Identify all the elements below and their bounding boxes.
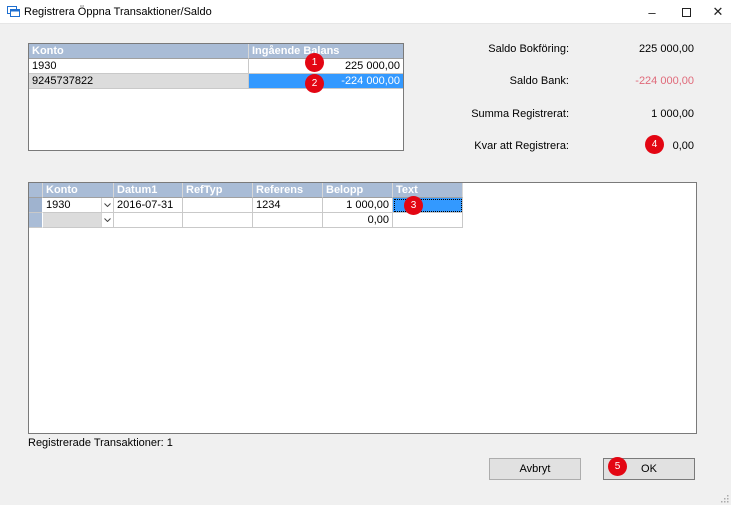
cancel-button[interactable]: Avbryt [489, 458, 581, 480]
konto-combobox[interactable]: 1930 [43, 198, 114, 213]
column-header-text[interactable]: Text [393, 183, 463, 198]
summa-registrerat-value: 1 000,00 [651, 108, 694, 120]
marker-badge: 5 [608, 457, 627, 476]
reftyp-cell[interactable] [183, 198, 253, 213]
reftyp-cell[interactable] [183, 213, 253, 228]
belopp-cell[interactable]: 1 000,00 [323, 198, 393, 213]
datum-cell[interactable] [114, 213, 183, 228]
balance-cell-konto[interactable]: 9245737822 [29, 74, 249, 89]
referens-cell[interactable]: 1234 [253, 198, 323, 213]
konto-combobox[interactable] [43, 213, 114, 228]
column-header-belopp[interactable]: Belopp [323, 183, 393, 198]
row-header[interactable] [29, 198, 43, 213]
saldo-bokforing-value: 225 000,00 [638, 43, 694, 55]
kvar-att-registrera-value: 0,00 [672, 140, 694, 152]
column-header-konto[interactable]: Konto [43, 183, 114, 198]
saldo-bokforing-label: Saldo Bokföring: [488, 43, 569, 55]
balance-cell-konto[interactable]: 1930 [29, 59, 249, 74]
column-header-konto[interactable]: Konto [29, 44, 249, 59]
window-app-icon [7, 6, 20, 17]
resize-grip-icon[interactable] [721, 495, 729, 503]
balance-cell-balans[interactable]: -224 000,00 [249, 74, 403, 89]
maximize-icon [681, 7, 691, 17]
chevron-down-icon[interactable] [101, 198, 113, 212]
title-bar: Registrera Öppna Transaktioner/Saldo – ✕ [0, 0, 731, 24]
column-header-referens[interactable]: Referens [253, 183, 323, 198]
marker-badge: 4 [645, 135, 664, 154]
column-header-ingaende-balans[interactable]: Ingående Balans [249, 44, 403, 59]
minimize-icon: – [648, 4, 656, 20]
maximize-button[interactable] [668, 0, 704, 24]
saldo-bank-label: Saldo Bank: [509, 75, 569, 87]
row-header[interactable] [29, 213, 43, 228]
row-header-corner [29, 183, 43, 198]
konto-combobox-value: 1930 [46, 199, 71, 211]
balance-cell-balans[interactable]: 225 000,00 [249, 59, 403, 74]
marker-badge: 2 [305, 74, 324, 93]
column-header-datum1[interactable]: Datum1 [114, 183, 183, 198]
transactions-grid[interactable]: Konto Datum1 RefTyp Referens Belopp Text… [28, 182, 697, 434]
referens-cell[interactable] [253, 213, 323, 228]
close-icon: ✕ [712, 4, 724, 19]
saldo-bank-value: -224 000,00 [635, 75, 694, 87]
window-title: Registrera Öppna Transaktioner/Saldo [24, 6, 212, 18]
balance-grid[interactable]: Konto Ingående Balans 1930 225 000,00 92… [28, 43, 404, 151]
datum-cell[interactable]: 2016-07-31 [114, 198, 183, 213]
marker-badge: 3 [404, 196, 423, 215]
text-cell[interactable] [393, 213, 463, 228]
registered-transactions-status: Registrerade Transaktioner: 1 [28, 437, 173, 449]
kvar-att-registrera-label: Kvar att Registrera: [474, 140, 569, 152]
close-button[interactable]: ✕ [700, 0, 731, 24]
column-header-reftyp[interactable]: RefTyp [183, 183, 253, 198]
belopp-cell[interactable]: 0,00 [323, 213, 393, 228]
summa-registrerat-label: Summa Registrerat: [471, 108, 569, 120]
chevron-down-icon[interactable] [101, 213, 113, 227]
minimize-button[interactable]: – [634, 0, 670, 24]
marker-badge: 1 [305, 53, 324, 72]
